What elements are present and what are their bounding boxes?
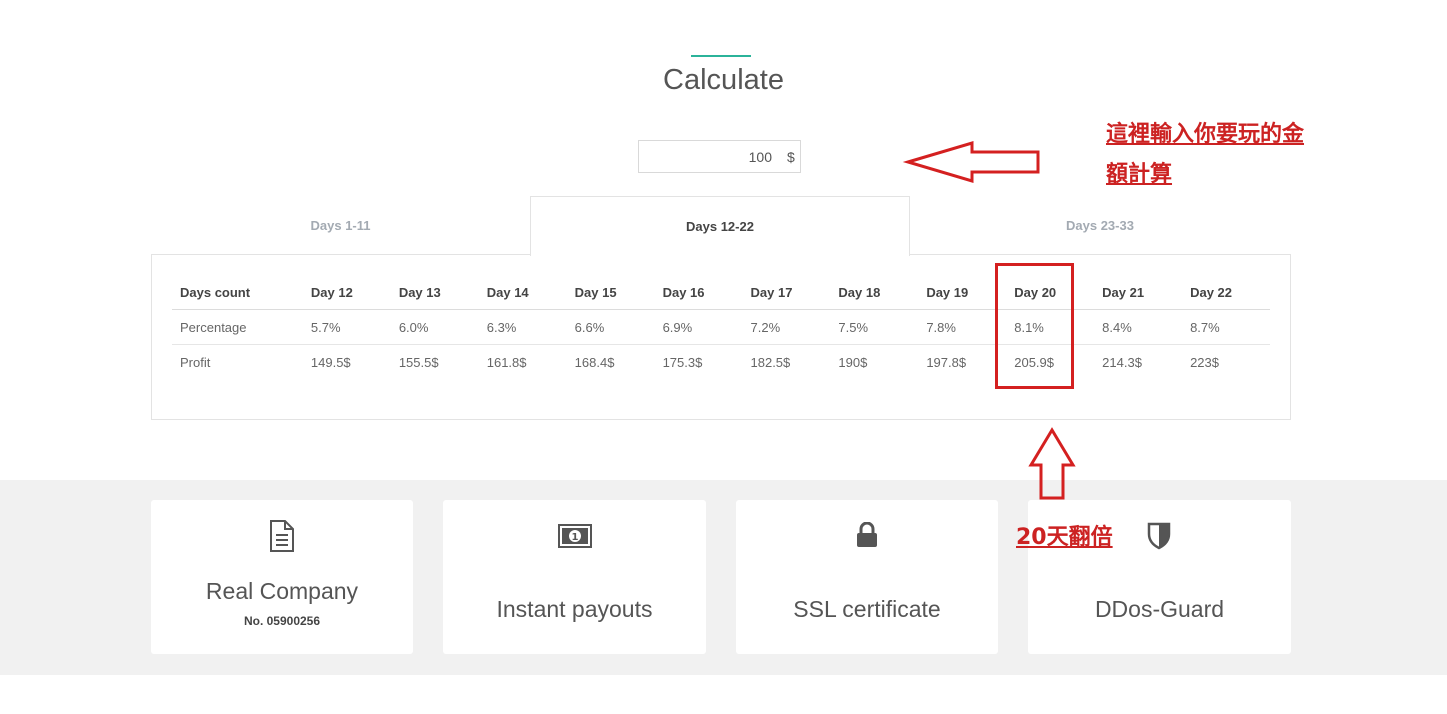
annotation-input-note: 這裡輸入你要玩的金 額計算 (1106, 115, 1304, 195)
annotation-highlight-day-20 (995, 263, 1074, 389)
annotation-arrows (902, 140, 1076, 500)
tab-days-12-22[interactable]: Days 12-22 (530, 196, 910, 256)
annotation-left-arrow (902, 140, 1040, 184)
annotation-input-note-line1: 這裡輸入你要玩的金 (1106, 122, 1305, 147)
annotation-up-arrow (1028, 427, 1076, 500)
annotation-input-note-line2: 額計算 (1106, 162, 1173, 187)
annotation-double-note: 20天翻倍 (1016, 525, 1113, 550)
